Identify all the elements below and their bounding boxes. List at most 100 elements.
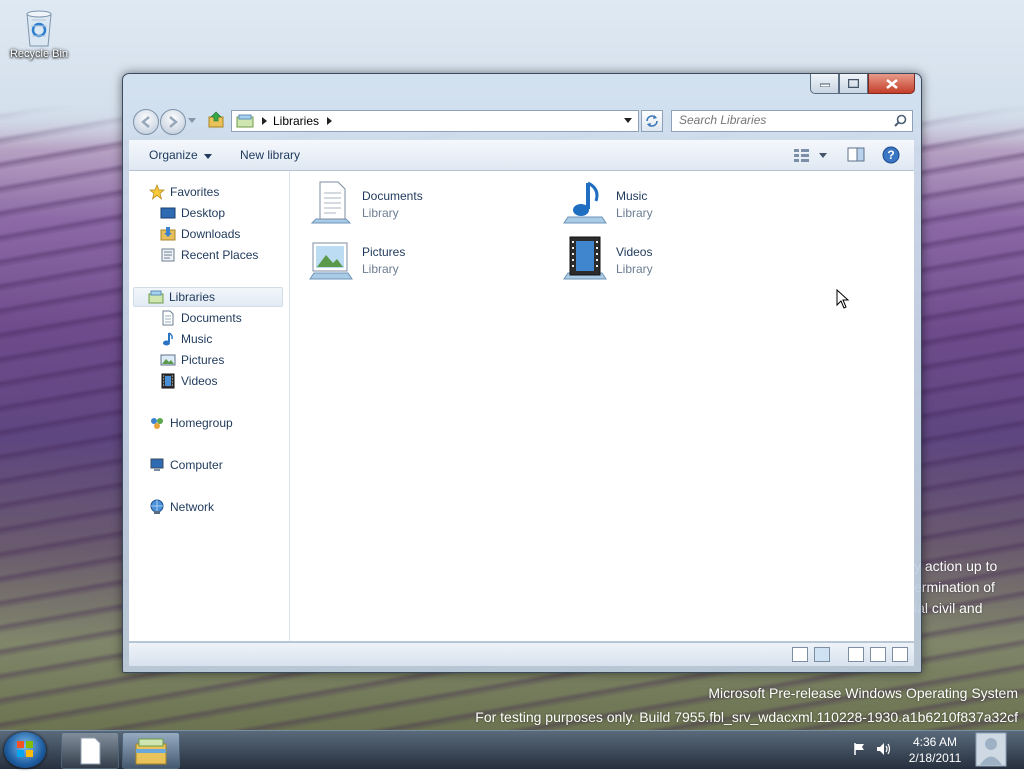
search-input[interactable] — [672, 111, 889, 129]
document-icon — [80, 737, 101, 765]
nav-item-computer[interactable]: Computer — [149, 455, 223, 475]
library-item-videos[interactable]: Videos Library — [562, 235, 653, 281]
close-button[interactable] — [868, 74, 915, 94]
library-name: Videos — [616, 245, 653, 259]
layout-details-pane-icon[interactable] — [892, 647, 908, 662]
nav-item-recent-places[interactable]: Recent Places — [160, 245, 258, 265]
nav-item-downloads[interactable]: Downloads — [160, 224, 240, 244]
search-icon[interactable] — [894, 114, 907, 127]
user-icon — [975, 732, 1007, 767]
recycle-bin-label: Recycle Bin — [9, 48, 69, 60]
volume-icon[interactable] — [876, 742, 892, 756]
search-box[interactable] — [671, 110, 913, 132]
new-library-button[interactable]: New library — [240, 148, 300, 162]
minimize-icon — [819, 83, 830, 87]
up-folder-icon[interactable] — [207, 111, 225, 129]
chevron-down-icon — [204, 154, 213, 159]
nav-item-favorites[interactable]: Favorites — [149, 182, 219, 202]
library-name: Music — [616, 189, 648, 203]
library-item-pictures[interactable]: Pictures Library — [308, 235, 405, 281]
explorer-folder-icon — [135, 738, 167, 765]
pictures-icon — [160, 354, 176, 366]
navigation-bar: Libraries — [131, 108, 915, 135]
watermark-line-2: For testing purposes only. Build 7955.fb… — [475, 709, 1018, 725]
nav-item-label: Computer — [170, 458, 223, 472]
preview-pane-icon[interactable] — [847, 147, 865, 162]
clock-date: 2/18/2011 — [908, 751, 962, 765]
layout-preview-pane-icon[interactable] — [870, 647, 886, 662]
breadcrumb-arrow-icon[interactable] — [262, 117, 267, 125]
organize-button[interactable]: Organize — [149, 148, 213, 162]
address-path[interactable]: Libraries — [273, 114, 319, 128]
libraries-folder-icon — [236, 114, 254, 128]
computer-icon — [150, 458, 164, 471]
caption-buttons — [810, 74, 915, 94]
help-icon[interactable]: ? — [882, 146, 900, 164]
library-type: Library — [362, 206, 399, 220]
change-view-icon[interactable] — [793, 148, 827, 162]
action-center-flag-icon[interactable] — [852, 742, 868, 756]
pictures-icon — [309, 242, 353, 280]
homegroup-icon — [151, 418, 163, 429]
clock[interactable]: 4:36 AM 2/18/2011 — [900, 734, 970, 766]
nav-item-label: Network — [170, 500, 215, 514]
navigation-pane: Favorites Desktop Downloads Recent Place… — [129, 171, 290, 641]
nav-item-documents[interactable]: Documents — [160, 308, 242, 328]
library-type: Library — [362, 262, 399, 276]
command-bar: Organize New library ? — [129, 140, 914, 171]
library-type: Library — [616, 262, 653, 276]
status-bar — [129, 642, 914, 666]
content-area: Documents Library Music Library Pictures… — [290, 171, 914, 641]
refresh-button[interactable] — [641, 110, 663, 132]
library-name: Pictures — [362, 245, 406, 259]
clock-time: 4:36 AM — [912, 735, 958, 749]
organize-label: Organize — [149, 148, 198, 162]
nav-item-network[interactable]: Network — [149, 497, 214, 517]
background-text-line-1: y action up to — [914, 558, 998, 574]
recent-pages-chevron-icon[interactable] — [188, 118, 196, 124]
nav-item-music[interactable]: Music — [160, 329, 212, 349]
nav-item-label: Music — [181, 332, 213, 346]
windows-logo-icon — [17, 741, 33, 757]
refresh-icon — [646, 115, 658, 127]
start-button[interactable] — [4, 732, 46, 768]
libraries-icon — [148, 290, 164, 304]
background-text-line-3: ial civil and — [914, 600, 983, 616]
library-item-documents[interactable]: Documents Library — [308, 179, 423, 225]
nav-item-label: Videos — [181, 374, 218, 388]
nav-item-label: Recent Places — [181, 248, 259, 262]
maximize-button[interactable] — [839, 74, 868, 94]
recycle-bin[interactable]: Recycle Bin — [6, 6, 72, 60]
mouse-cursor-icon — [836, 289, 850, 309]
maximize-icon — [848, 79, 859, 88]
forward-arrow-icon — [169, 116, 178, 128]
taskbar-notepad-button[interactable] — [61, 732, 119, 769]
nav-item-label: Documents — [181, 311, 242, 325]
nav-item-videos[interactable]: Videos — [160, 371, 217, 391]
layout-navigation-pane-icon[interactable] — [848, 647, 864, 662]
nav-item-pictures[interactable]: Pictures — [160, 350, 224, 370]
details-view-icon[interactable] — [792, 647, 808, 662]
address-bar[interactable]: Libraries — [231, 110, 639, 132]
back-arrow-icon — [141, 116, 150, 128]
nav-item-label: Homegroup — [170, 416, 233, 430]
library-name: Documents — [362, 189, 423, 203]
user-avatar[interactable] — [974, 732, 1008, 767]
nav-item-libraries[interactable]: Libraries — [133, 287, 283, 307]
nav-item-homegroup[interactable]: Homegroup — [149, 413, 233, 433]
star-icon — [149, 184, 165, 200]
address-dropdown-icon[interactable] — [624, 118, 632, 123]
library-item-music[interactable]: Music Library — [562, 179, 653, 225]
minimize-button[interactable] — [810, 74, 839, 94]
taskbar-explorer-button[interactable] — [122, 732, 180, 769]
nav-item-label: Pictures — [181, 353, 225, 367]
nav-item-label: Downloads — [181, 227, 241, 241]
forward-button[interactable] — [160, 109, 186, 135]
back-button[interactable] — [133, 109, 159, 135]
large-icons-view-icon[interactable] — [814, 647, 830, 662]
background-text-line-2: ermination of — [914, 579, 995, 595]
watermark-line-1: Microsoft Pre-release Windows Operating … — [708, 685, 1018, 701]
music-icon — [563, 181, 607, 224]
nav-item-desktop[interactable]: Desktop — [160, 203, 225, 223]
breadcrumb-arrow-icon[interactable] — [327, 117, 333, 125]
